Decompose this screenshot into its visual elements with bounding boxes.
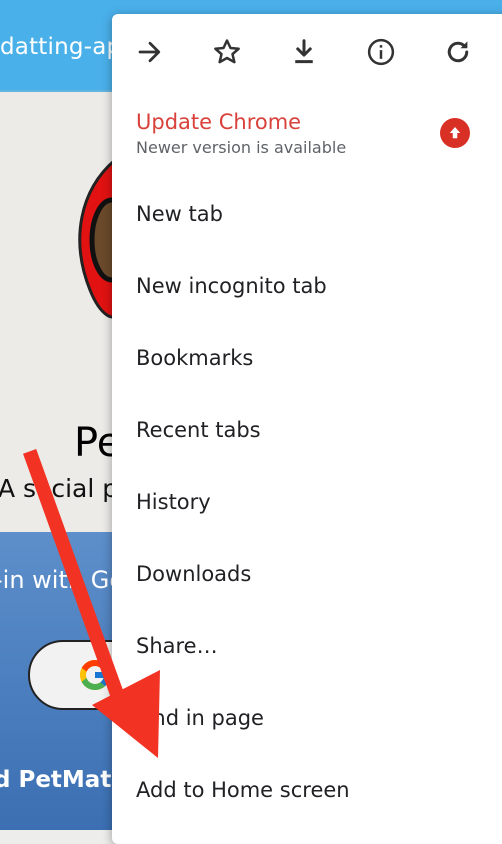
arrow-forward-icon xyxy=(138,41,161,63)
forward-button[interactable] xyxy=(128,30,172,74)
reload-button[interactable] xyxy=(436,30,480,74)
star-icon xyxy=(214,39,240,64)
menu-item-find-in-page[interactable]: Find in page xyxy=(136,706,264,730)
menu-item-new-tab[interactable]: New tab xyxy=(136,202,223,226)
menu-item-recent-tabs[interactable]: Recent tabs xyxy=(136,418,261,442)
update-arrow-icon xyxy=(440,118,470,148)
google-g-icon xyxy=(80,660,110,690)
menu-item-new-incognito-tab[interactable]: New incognito tab xyxy=(136,274,327,298)
menu-toolbar xyxy=(112,14,502,90)
update-title: Update Chrome xyxy=(136,110,302,134)
update-chrome-item[interactable]: Update Chrome Newer version is available xyxy=(136,110,486,170)
download-page-button[interactable] xyxy=(282,30,326,74)
chrome-overflow-menu: Update Chrome Newer version is available… xyxy=(112,14,502,844)
menu-item-add-to-home-screen[interactable]: Add to Home screen xyxy=(136,778,350,802)
menu-item-history[interactable]: History xyxy=(136,490,211,514)
reload-icon xyxy=(447,41,469,63)
download-icon xyxy=(295,39,313,64)
menu-item-downloads[interactable]: Downloads xyxy=(136,562,251,586)
menu-item-share[interactable]: Share… xyxy=(136,634,218,658)
bookmark-button[interactable] xyxy=(205,30,249,74)
info-icon xyxy=(367,38,395,66)
menu-item-bookmarks[interactable]: Bookmarks xyxy=(136,346,253,370)
signin-prompt: -in with Go xyxy=(0,566,124,594)
update-subtitle: Newer version is available xyxy=(136,138,347,157)
page-info-button[interactable] xyxy=(359,30,403,74)
